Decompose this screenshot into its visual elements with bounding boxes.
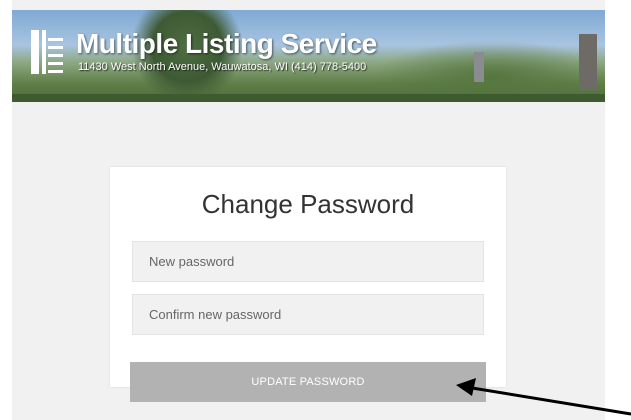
new-password-field[interactable] [132, 241, 484, 282]
pointer-arrow-icon [456, 378, 631, 416]
confirm-password-field[interactable] [132, 294, 484, 335]
site-title: Multiple Listing Service [76, 28, 377, 59]
update-password-button[interactable]: UPDATE PASSWORD [130, 362, 486, 402]
site-address: 11430 West North Avenue, Wauwatosa, WI (… [78, 61, 367, 73]
form-title: Change Password [201, 189, 415, 219]
building-logo-icon [31, 30, 63, 74]
